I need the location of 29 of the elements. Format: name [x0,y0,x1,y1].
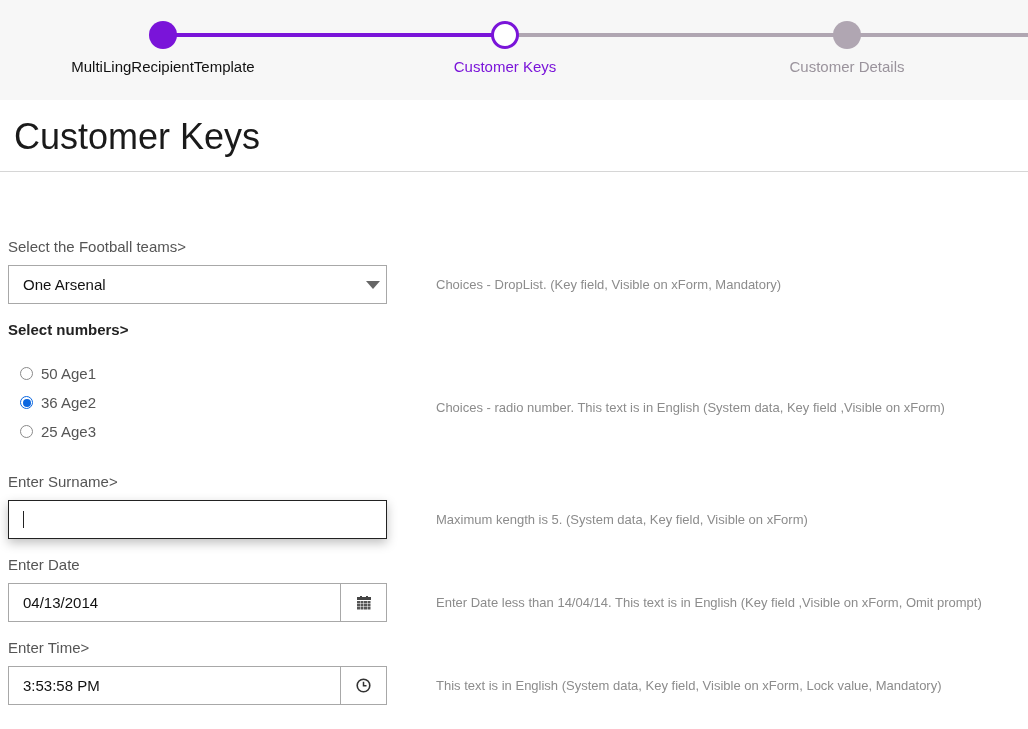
step-label[interactable]: MultiLingRecipientTemplate [71,58,255,75]
radio-label[interactable]: 50 Age1 [41,365,97,382]
caret-icon [366,280,380,289]
time-input-field[interactable]: 3:53:58 PM [8,666,387,705]
radio-label[interactable]: 36 Age2 [41,394,97,411]
field-label: Enter Surname> [8,472,119,492]
field-label: Select numbers> [8,320,130,340]
page-title: Customer Keys [0,100,1028,172]
surname-input-field[interactable] [8,500,387,539]
field-hint: Choices - radio number. This text is in English (System data, Key field ,Visible on xForm) [436,400,946,415]
field-hint: Maximum kength is 5. (System data, Key field, Visible on xForm) [436,512,809,527]
date-input-field[interactable]: 04/13/2014 [8,583,387,622]
radio-label[interactable]: 25 Age3 [41,423,97,440]
field-hint: Enter Date less than 14/04/14. This text is in English (Key field ,Visible on xForm, Omit prompt) [436,595,983,610]
step-marker[interactable] [833,21,861,49]
calendar-icon [356,595,371,610]
field-hint: Choices - DropList. (Key field, Visible on xForm, Mandatory) [436,277,783,292]
radio-button[interactable] [20,396,33,409]
step-label[interactable]: Customer Keys [453,58,557,75]
field-hint: This text is in English (System data, Key field, Visible on xForm, Lock value, Mandatory) [436,678,943,693]
team-dropdown[interactable]: One Arsenal [8,265,387,304]
field-label: Select the Football teams> [8,237,187,257]
field-label: Enter Date [8,555,81,575]
step-marker[interactable] [491,21,519,49]
field-label: Enter Time> [8,638,91,658]
step-marker[interactable] [149,21,177,49]
clock-icon [356,678,371,693]
radio-button[interactable] [20,367,33,380]
radio-button[interactable] [20,425,33,438]
